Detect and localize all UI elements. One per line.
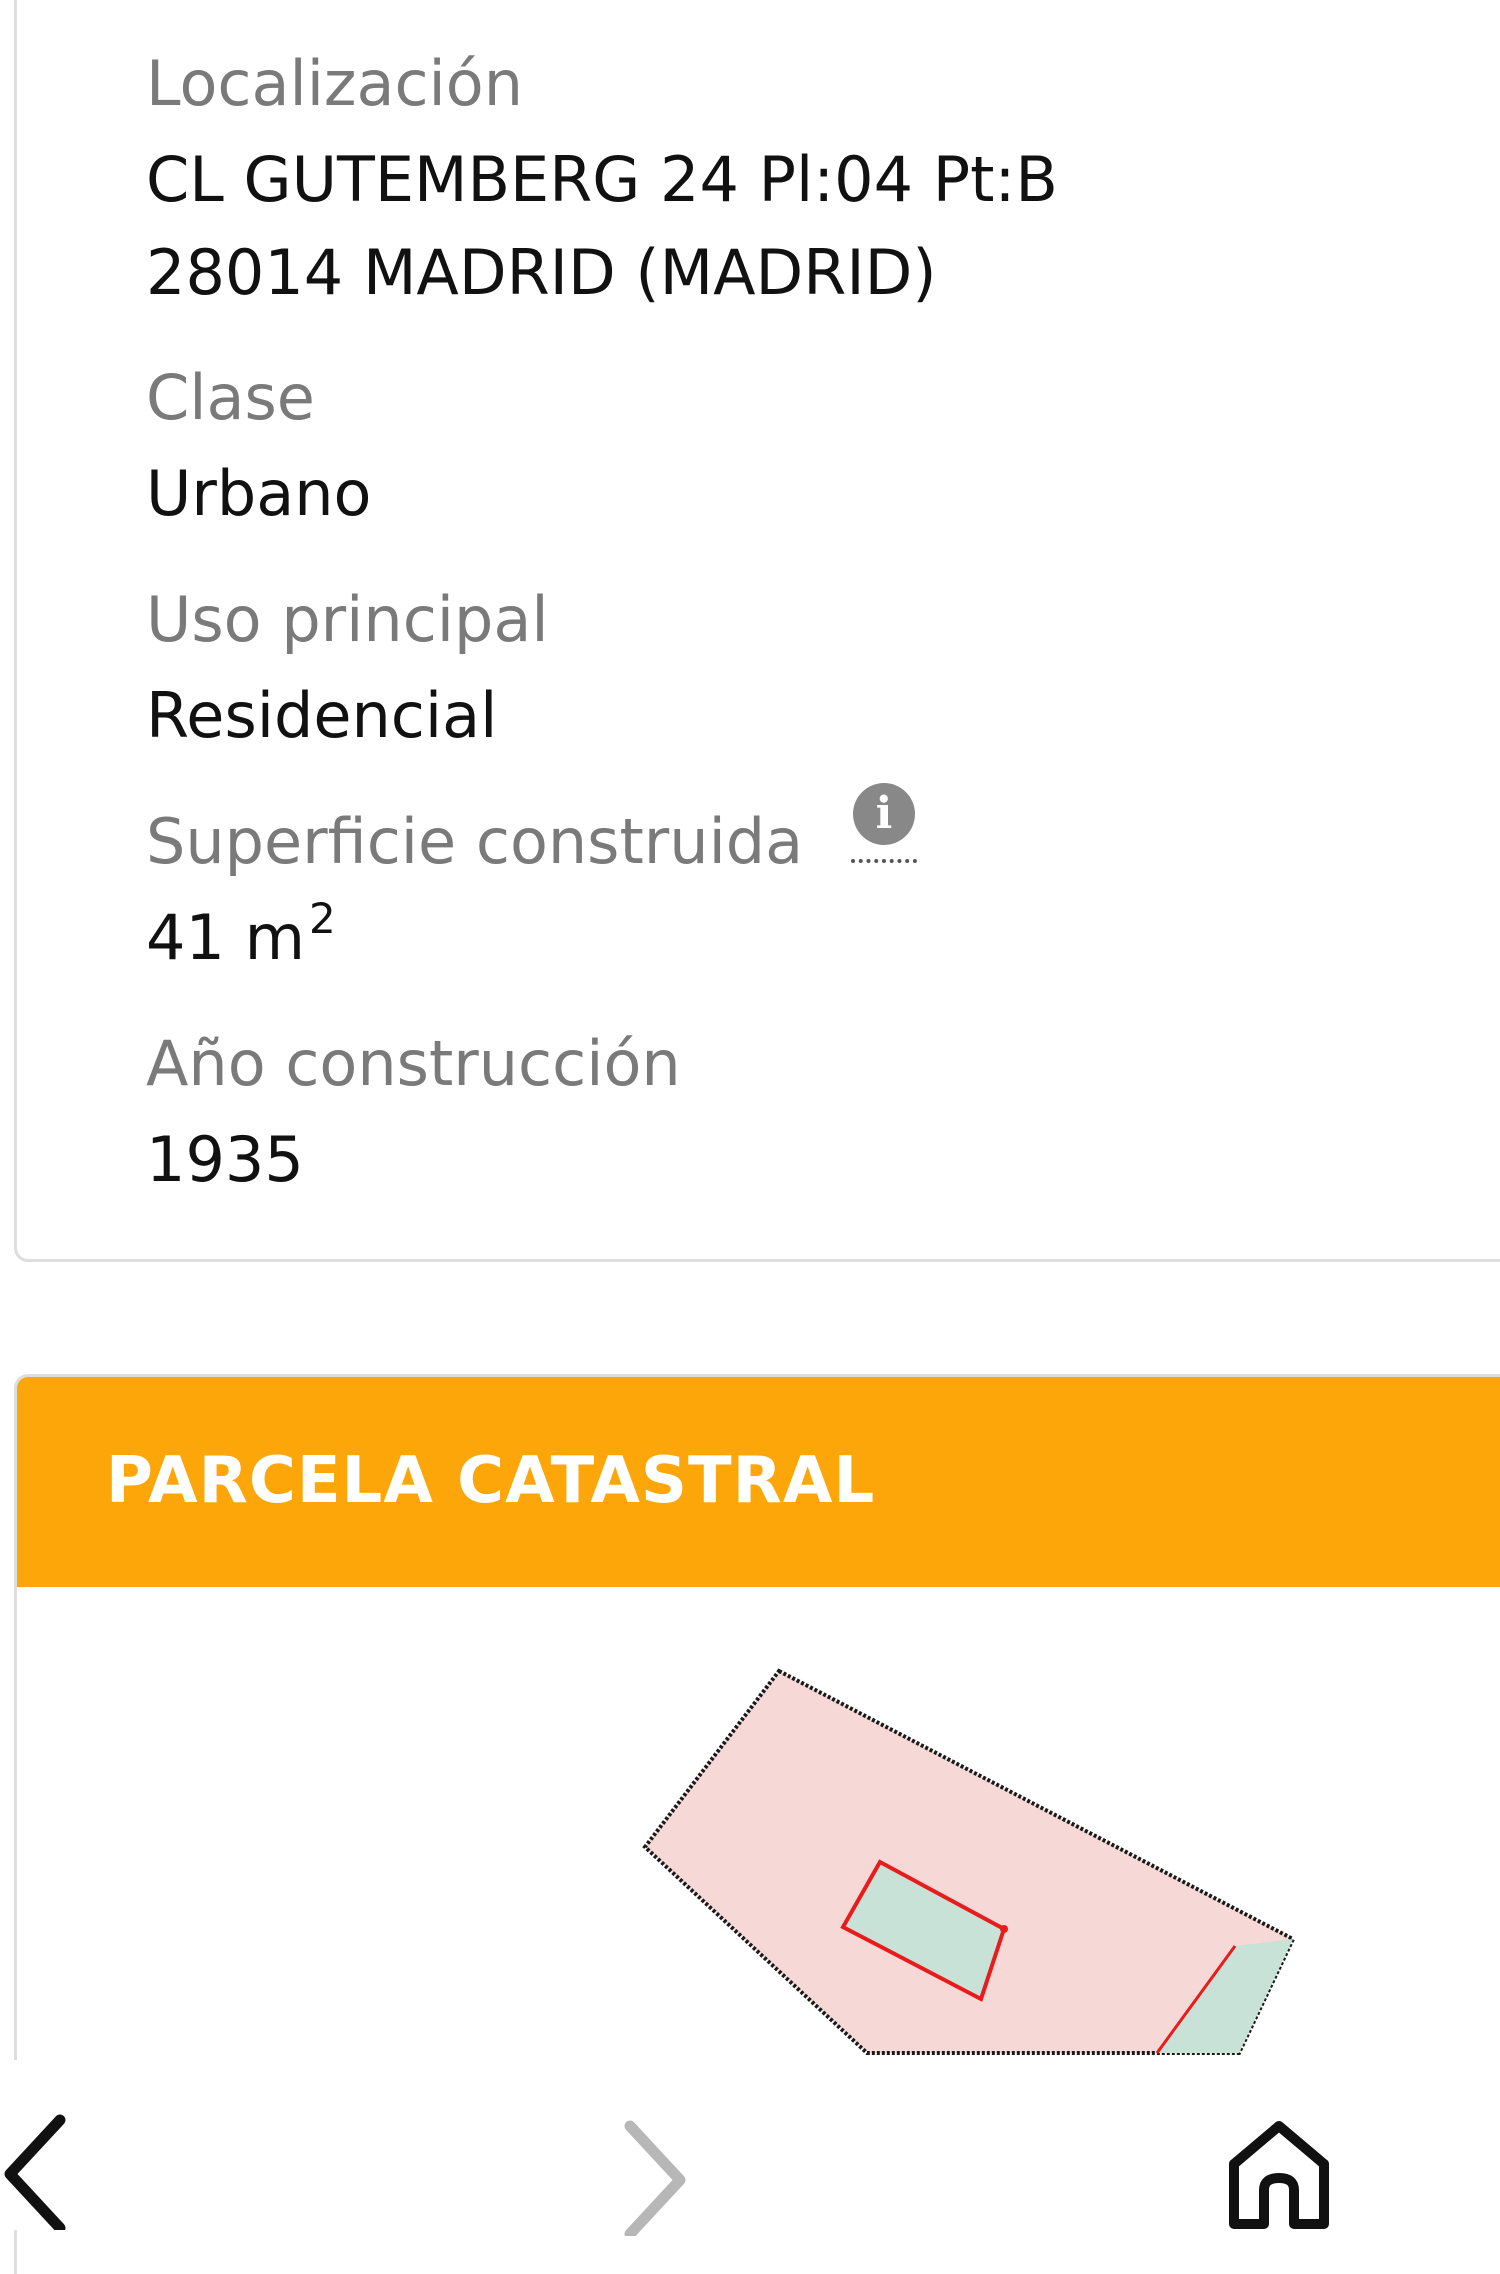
superficie-value: 41 m2	[146, 898, 336, 969]
bottom-navigation-bar	[0, 2060, 1500, 2236]
anio-value: 1935	[146, 1123, 304, 1196]
chevron-left-icon[interactable]	[0, 2114, 70, 2230]
localizacion-line1: CL GUTEMBERG 24 Pl:04 Pt:B	[146, 143, 1058, 216]
info-icon: i	[853, 783, 915, 845]
clase-value: Urbano	[146, 457, 372, 530]
info-underline	[851, 859, 917, 863]
localizacion-line2: 28014 MADRID (MADRID)	[146, 236, 937, 309]
chevron-right-icon[interactable]	[616, 2120, 696, 2236]
anio-label: Año construcción	[146, 1027, 681, 1100]
uso-principal-label: Uso principal	[146, 583, 549, 656]
parcel-map[interactable]	[17, 1587, 1500, 2127]
uso-principal-value: Residencial	[146, 679, 498, 752]
home-icon[interactable]	[1226, 2120, 1332, 2230]
clase-label: Clase	[146, 361, 315, 434]
localizacion-label: Localización	[146, 47, 523, 120]
superficie-unit-superscript: 2	[309, 894, 336, 943]
superficie-number: 41 m	[146, 901, 305, 974]
parcela-title: PARCELA CATASTRAL	[106, 1444, 876, 1518]
property-details-card: Localización CL GUTEMBERG 24 Pl:04 Pt:B …	[14, 0, 1500, 1262]
superficie-info-button[interactable]: i	[851, 783, 917, 865]
parcela-header: PARCELA CATASTRAL	[17, 1377, 1500, 1587]
property-unit-marker	[1000, 1925, 1008, 1933]
superficie-label: Superficie construida	[146, 805, 804, 878]
parcel-outline	[642, 1668, 1296, 2055]
